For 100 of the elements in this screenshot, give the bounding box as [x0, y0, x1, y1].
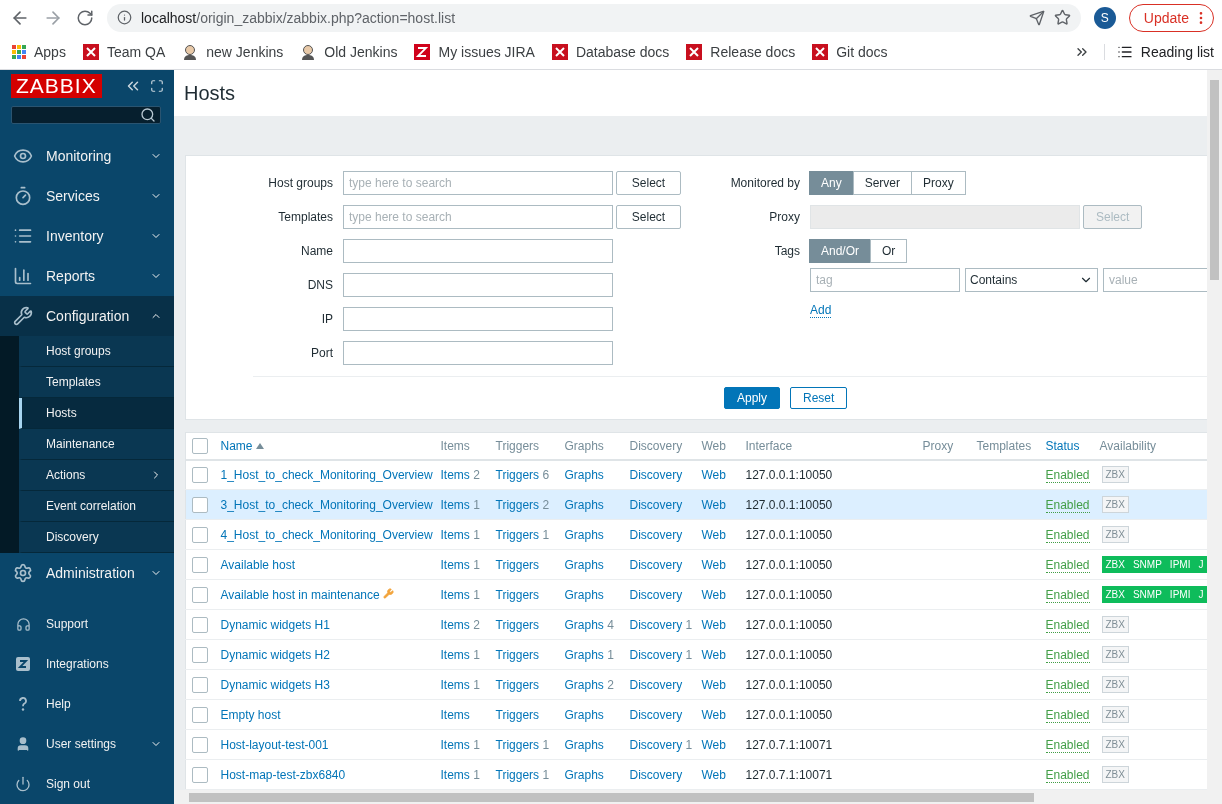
bookmark[interactable]: Team QA: [82, 44, 166, 61]
zabbix-logo: ZABBIX: [11, 74, 102, 98]
url-text: localhost/origin_zabbix/zabbix.php?action=host.list: [141, 9, 457, 26]
apply-button[interactable]: Apply: [724, 387, 781, 409]
menu-item[interactable]: Sign out: [0, 764, 174, 804]
bookmark[interactable]: Apps: [12, 44, 66, 61]
menu-item[interactable]: Help: [0, 684, 174, 724]
availability-badge: J: [1194, 586, 1207, 603]
availability-badge: ZBX: [1101, 676, 1129, 693]
vertical-scrollbar[interactable]: [1207, 70, 1222, 804]
menu-item[interactable]: Administration: [0, 553, 174, 593]
menu-item[interactable]: Reports: [0, 256, 174, 296]
input-field[interactable]: [343, 341, 613, 365]
submenu-item[interactable]: Templates: [19, 367, 174, 398]
column-header[interactable]: Status: [1045, 438, 1080, 453]
field-label: DNS: [306, 278, 333, 292]
checkbox[interactable]: [192, 437, 208, 454]
star-icon[interactable]: [1053, 9, 1071, 27]
table-cell: 127.0.0.1:10050: [740, 699, 918, 730]
table-cell: 127.0.0.1:10050: [740, 459, 918, 490]
select-button[interactable]: Select: [616, 205, 681, 229]
crossed-box-icon: [551, 44, 568, 61]
submenu-item[interactable]: Hosts: [19, 398, 174, 429]
bookmark[interactable]: Release docs: [686, 44, 796, 61]
host-link[interactable]: Empty host: [220, 707, 281, 722]
crossed-box-icon: [82, 44, 99, 61]
checkbox[interactable]: [192, 766, 208, 783]
value-field[interactable]: value: [1103, 268, 1207, 292]
bookmark[interactable]: new Jenkins: [182, 44, 284, 61]
menu-icon: [13, 266, 33, 286]
tag-field[interactable]: tag: [810, 268, 960, 292]
menu-item[interactable]: User settings: [0, 724, 174, 764]
checkbox[interactable]: [192, 466, 208, 483]
host-link[interactable]: Available host: [220, 557, 295, 572]
checkbox[interactable]: [192, 676, 208, 693]
add-link[interactable]: Add: [810, 303, 832, 318]
input-field[interactable]: [343, 273, 613, 297]
submenu-item[interactable]: Maintenance: [19, 429, 174, 460]
submenu-item[interactable]: Event correlation: [19, 491, 174, 522]
segment-button[interactable]: Proxy: [911, 171, 966, 195]
segment-button[interactable]: Or: [870, 239, 908, 263]
checkbox[interactable]: [192, 556, 208, 573]
field-label: Name: [300, 244, 333, 258]
update-button[interactable]: Update: [1128, 3, 1214, 32]
send-icon: [1028, 9, 1045, 26]
horizontal-scrollbar[interactable]: [174, 790, 1207, 804]
person-icon: [300, 44, 317, 61]
menu-item[interactable]: Inventory: [0, 216, 174, 256]
field-label: Templates: [277, 210, 333, 224]
reload-button[interactable]: [76, 8, 94, 27]
segment-button[interactable]: Server: [852, 171, 913, 195]
crossed-box-icon: [686, 44, 703, 61]
segment-button[interactable]: Any: [809, 171, 854, 195]
submenu-item[interactable]: Actions: [19, 460, 174, 491]
availability-badge: IPMI: [1165, 586, 1195, 603]
availability-badge: ZBX: [1101, 616, 1129, 633]
checkbox[interactable]: [192, 736, 208, 753]
input-field[interactable]: type here to search: [343, 205, 613, 229]
fullscreen-icon[interactable]: [149, 79, 164, 93]
availability-badge: ZBX: [1101, 526, 1129, 543]
search-field[interactable]: [11, 106, 161, 124]
table-cell: 127.0.7.1:10071: [740, 729, 918, 760]
column-header: Triggers: [495, 438, 540, 453]
search-icon[interactable]: [140, 107, 156, 123]
profile-avatar[interactable]: S: [1093, 6, 1116, 29]
column-header: Graphs: [564, 438, 604, 453]
table-cell: 127.0.0.1:10050: [740, 639, 918, 670]
availability-badge: ZBX: [1101, 556, 1129, 573]
bookmark[interactable]: My issues JIRA: [414, 44, 535, 61]
reset-button[interactable]: Reset: [790, 387, 848, 409]
submenu-item[interactable]: Host groups: [19, 336, 174, 367]
page-title: Hosts: [184, 81, 236, 105]
menu-item[interactable]: Services: [0, 176, 174, 216]
bookmark[interactable]: Git docs: [812, 44, 888, 61]
bookmark[interactable]: Database docs: [551, 44, 670, 61]
availability-badge: J: [1194, 556, 1207, 573]
checkbox[interactable]: [192, 496, 208, 513]
input-field[interactable]: [343, 239, 613, 263]
table-cell: 127.0.0.1:10050: [740, 549, 918, 580]
operator-select[interactable]: Contains: [965, 268, 1098, 292]
checkbox[interactable]: [192, 616, 208, 633]
address-bar[interactable]: localhost/origin_zabbix/zabbix.php?action=host.list: [107, 3, 1081, 32]
menu-icon: [13, 146, 33, 166]
menu-item[interactable]: Monitoring: [0, 136, 174, 176]
checkbox[interactable]: [192, 706, 208, 723]
checkbox[interactable]: [192, 586, 208, 603]
menu-item[interactable]: Configuration: [0, 296, 174, 336]
reading-list-button[interactable]: Reading list: [1103, 44, 1214, 61]
input-field[interactable]: type here to search: [343, 171, 613, 195]
segment-button[interactable]: And/Or: [809, 239, 871, 263]
submenu-item[interactable]: Discovery: [19, 522, 174, 553]
input-field[interactable]: [343, 307, 613, 331]
checkbox[interactable]: [192, 526, 208, 543]
select-button[interactable]: Select: [616, 171, 681, 195]
column-header[interactable]: Name: [220, 438, 264, 453]
bookmark[interactable]: Old Jenkins: [300, 44, 398, 61]
menu-item[interactable]: Support: [0, 604, 174, 644]
column-header: Items: [440, 438, 470, 453]
menu-item[interactable]: Integrations: [0, 644, 174, 684]
checkbox[interactable]: [192, 646, 208, 663]
